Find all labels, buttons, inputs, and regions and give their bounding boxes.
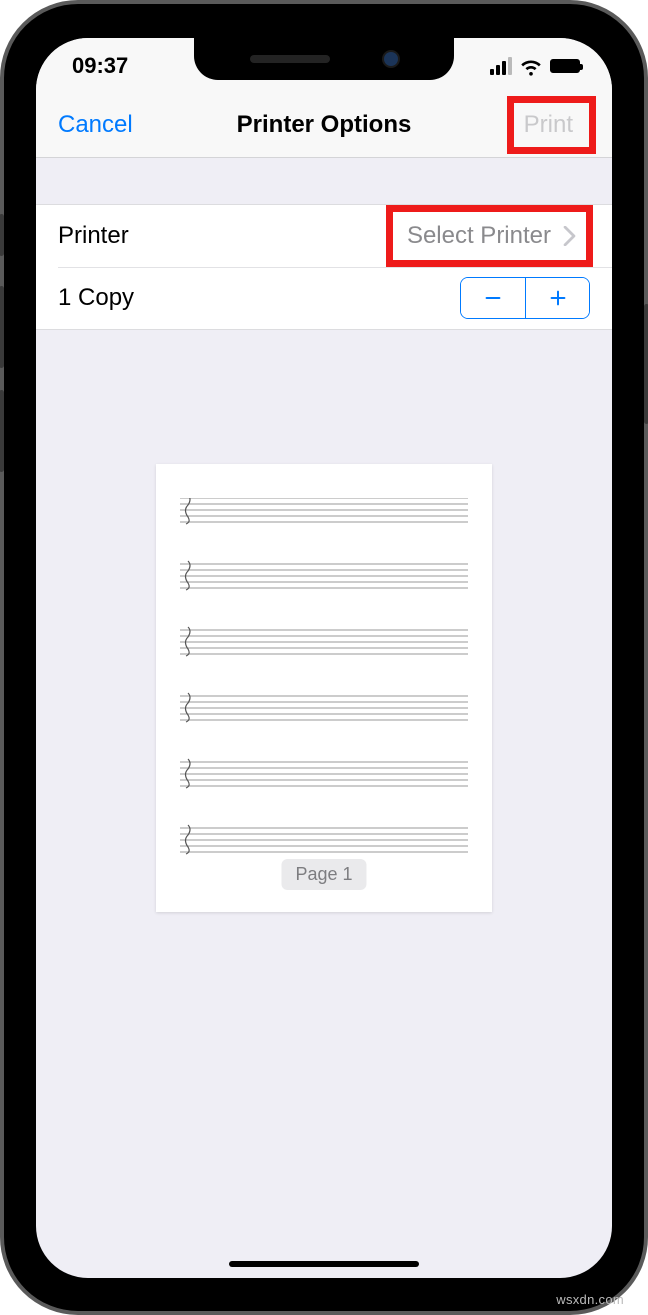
home-indicator[interactable] <box>229 1261 419 1267</box>
screen: 09:37 Cancel Printer Options Print <box>36 38 612 1278</box>
copies-decrement-button[interactable] <box>461 278 525 318</box>
print-settings-group: Printer Select Printer 1 Copy <box>36 204 612 330</box>
chevron-right-icon <box>563 226 576 246</box>
battery-icon <box>550 59 580 73</box>
phone-frame: 09:37 Cancel Printer Options Print <box>16 18 632 1298</box>
copies-row: 1 Copy <box>58 267 612 329</box>
printer-row[interactable]: Printer Select Printer <box>36 205 612 267</box>
wifi-icon <box>520 55 542 77</box>
cancel-button[interactable]: Cancel <box>58 111 133 139</box>
copies-label: 1 Copy <box>58 284 134 312</box>
status-time: 09:37 <box>72 53 128 79</box>
notch <box>194 38 454 80</box>
page-number-badge: Page 1 <box>281 859 366 890</box>
navbar: Cancel Printer Options Print <box>36 94 612 158</box>
copies-stepper <box>460 277 590 319</box>
print-preview: Page 1 <box>36 330 612 912</box>
copies-increment-button[interactable] <box>525 278 589 318</box>
watermark-text: wsxdn.com <box>556 1292 624 1307</box>
select-printer-highlight: Select Printer <box>386 205 593 267</box>
print-button[interactable]: Print <box>524 111 573 139</box>
minus-icon <box>482 287 504 309</box>
printer-value: Select Printer <box>407 222 551 250</box>
plus-icon <box>547 287 569 309</box>
print-button-highlight: Print <box>507 96 596 154</box>
page-content-icon <box>180 498 468 878</box>
cellular-icon <box>490 57 512 75</box>
printer-label: Printer <box>58 222 129 250</box>
preview-page-1[interactable]: Page 1 <box>156 464 492 912</box>
